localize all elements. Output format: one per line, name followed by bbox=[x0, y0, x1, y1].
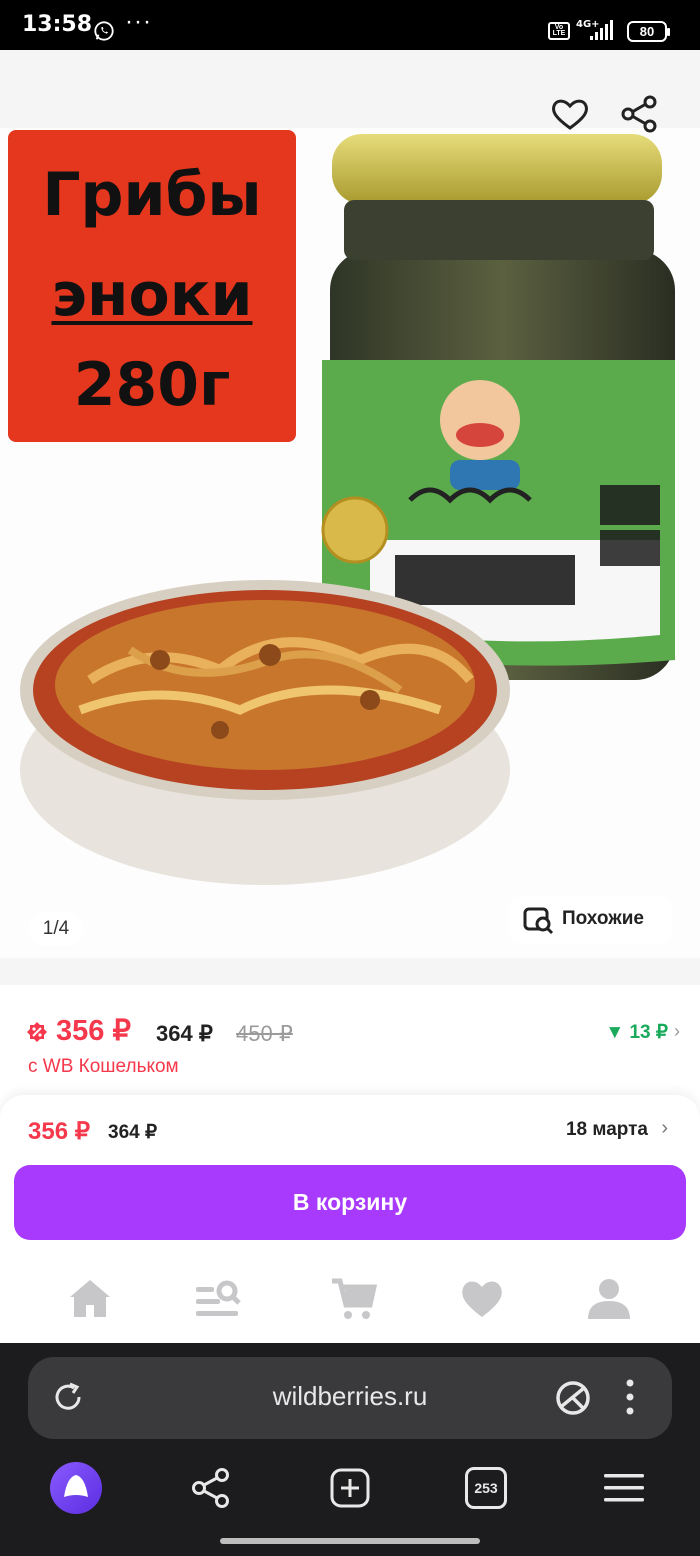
add-to-cart-button[interactable]: В корзину bbox=[14, 1165, 686, 1240]
more-notifications-icon: ··· bbox=[125, 8, 152, 35]
cart-icon[interactable] bbox=[330, 1275, 378, 1323]
signal-icon: 4G+ bbox=[576, 19, 613, 40]
whatsapp-icon bbox=[94, 21, 114, 41]
tabs-counter[interactable]: 253 bbox=[465, 1467, 507, 1509]
promo-label: Грибы эноки 280г bbox=[8, 130, 296, 442]
old-price: 450 ₽ bbox=[236, 1021, 293, 1046]
address-bar[interactable]: wildberries.ru bbox=[28, 1357, 672, 1439]
more-vertical-icon[interactable] bbox=[622, 1377, 638, 1417]
browser-nav: 253 bbox=[0, 1461, 700, 1521]
delivery-date[interactable]: 18 марта bbox=[566, 1119, 648, 1141]
browser-chrome: wildberries.ru 253 bbox=[0, 1343, 700, 1556]
new-tab-icon[interactable] bbox=[329, 1467, 371, 1509]
purchase-bar: 356 ₽ 364 ₽ 18 марта › В корзину bbox=[0, 1095, 700, 1255]
chevron-right-icon: › bbox=[674, 1021, 680, 1041]
price-drop-value: 13 ₽ bbox=[629, 1022, 668, 1043]
share-icon[interactable] bbox=[190, 1467, 232, 1509]
similar-button[interactable]: Похожие bbox=[508, 896, 672, 944]
similar-label: Похожие bbox=[562, 908, 644, 929]
hamburger-menu-icon[interactable] bbox=[602, 1471, 646, 1505]
favorite-icon[interactable] bbox=[548, 94, 592, 134]
profile-icon[interactable] bbox=[585, 1275, 633, 1323]
alice-assistant-icon[interactable] bbox=[49, 1461, 103, 1515]
wallet-discount-icon bbox=[27, 1022, 47, 1042]
wallet-note[interactable]: с WB Кошельком bbox=[28, 1056, 179, 1078]
chevron-right-icon: › bbox=[661, 1117, 668, 1139]
app-bottom-nav bbox=[0, 1255, 700, 1343]
photo-counter: 1/4 bbox=[28, 912, 84, 946]
sticky-price: 364 ₽ bbox=[108, 1122, 158, 1143]
promo-line-3: 280г bbox=[73, 350, 231, 420]
promo-line-2: эноки bbox=[51, 260, 253, 330]
sticky-wallet-price: 356 ₽ bbox=[28, 1118, 90, 1145]
home-icon[interactable] bbox=[66, 1275, 114, 1323]
bowl-image bbox=[20, 580, 510, 885]
price-drop-badge[interactable]: ▼ 13 ₽ bbox=[605, 1021, 668, 1044]
home-indicator[interactable] bbox=[220, 1538, 480, 1544]
share-icon[interactable] bbox=[618, 94, 662, 134]
promo-line-1: Грибы bbox=[42, 160, 262, 230]
wallet-price: 356 ₽ bbox=[56, 1015, 131, 1047]
battery-indicator: 80 bbox=[627, 21, 670, 42]
catalog-search-icon[interactable] bbox=[193, 1275, 241, 1323]
product-gallery[interactable]: Грибы эноки 280г 1/4 Похожие bbox=[0, 50, 700, 985]
similar-search-icon bbox=[523, 907, 554, 935]
protect-icon[interactable] bbox=[554, 1379, 592, 1417]
volte-badge: Vo LTE bbox=[548, 22, 570, 40]
current-price: 364 ₽ bbox=[156, 1021, 213, 1046]
status-bar: 13:58 ··· Vo LTE 4G+ 80 bbox=[0, 0, 700, 50]
status-time: 13:58 bbox=[22, 12, 93, 37]
favorites-icon[interactable] bbox=[458, 1275, 506, 1323]
network-type: 4G+ bbox=[576, 19, 600, 30]
price-block: 356 ₽ 364 ₽ 450 ₽ с WB Кошельком ▼ 13 ₽ … bbox=[0, 985, 700, 1095]
